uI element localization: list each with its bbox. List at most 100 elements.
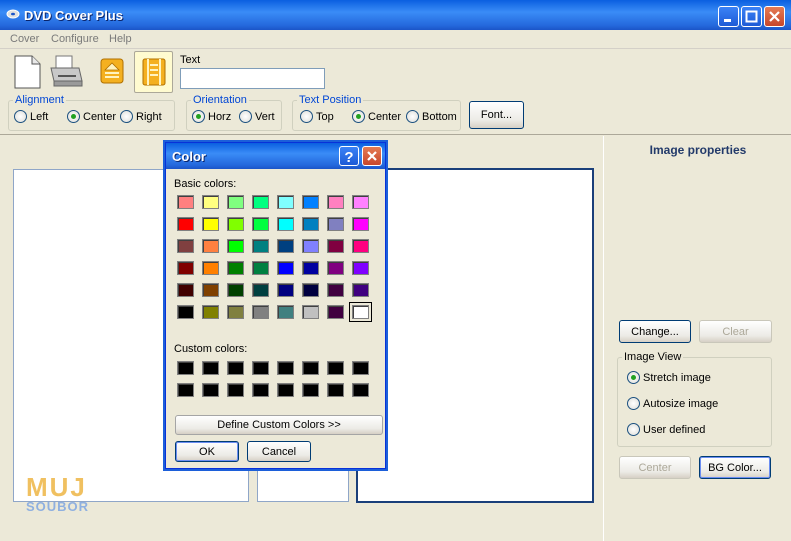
text-input[interactable] [180, 68, 325, 89]
font-button[interactable]: Font... [469, 101, 524, 129]
custom-color-swatch[interactable] [227, 383, 244, 397]
custom-color-swatch[interactable] [327, 361, 344, 375]
menu-configure[interactable]: Configure [51, 33, 99, 45]
custom-color-swatch[interactable] [277, 361, 294, 375]
basic-color-swatch[interactable] [227, 261, 244, 275]
basic-color-swatch[interactable] [352, 195, 369, 209]
basic-color-swatch[interactable] [202, 195, 219, 209]
cancel-button[interactable]: Cancel [247, 441, 311, 462]
orientation-vert-radio[interactable]: Vert [239, 110, 275, 123]
title-bar[interactable]: DVD Cover Plus [0, 0, 791, 30]
basic-color-swatch[interactable] [202, 305, 219, 319]
define-custom-colors-button[interactable]: Define Custom Colors >> [175, 415, 383, 435]
dialog-help-button[interactable]: ? [339, 146, 359, 166]
basic-color-swatch[interactable] [327, 239, 344, 253]
basic-color-swatch[interactable] [277, 217, 294, 231]
basic-color-swatch[interactable] [202, 239, 219, 253]
alignment-center-radio[interactable]: Center [67, 110, 116, 123]
autosize-image-label: Autosize image [643, 397, 719, 410]
basic-color-swatch[interactable] [277, 239, 294, 253]
basic-color-swatch[interactable] [202, 261, 219, 275]
custom-color-swatch[interactable] [352, 361, 369, 375]
custom-color-swatch[interactable] [202, 383, 219, 397]
basic-color-swatch[interactable] [252, 261, 269, 275]
basic-color-swatch[interactable] [302, 283, 319, 297]
basic-color-swatch[interactable] [327, 305, 344, 319]
basic-color-swatch[interactable] [202, 283, 219, 297]
basic-color-swatch[interactable] [252, 305, 269, 319]
close-button[interactable] [764, 6, 785, 27]
basic-color-swatch[interactable] [227, 283, 244, 297]
eject-cover-button[interactable] [92, 51, 132, 91]
custom-color-swatch[interactable] [177, 383, 194, 397]
basic-color-swatch[interactable] [177, 217, 194, 231]
basic-color-swatch[interactable] [252, 283, 269, 297]
custom-color-swatch[interactable] [302, 361, 319, 375]
text-position-bottom-radio[interactable]: Bottom [406, 110, 457, 123]
basic-color-swatch[interactable] [352, 217, 369, 231]
change-image-button[interactable]: Change... [619, 320, 691, 343]
basic-color-swatch[interactable] [202, 217, 219, 231]
basic-color-swatch[interactable] [327, 195, 344, 209]
menu-cover[interactable]: Cover [10, 33, 39, 45]
basic-color-swatch[interactable] [277, 283, 294, 297]
basic-color-swatch[interactable] [177, 261, 194, 275]
stretch-image-radio[interactable]: Stretch image [627, 371, 711, 384]
custom-color-swatch[interactable] [277, 383, 294, 397]
basic-color-swatch[interactable] [327, 217, 344, 231]
basic-color-swatch[interactable] [177, 239, 194, 253]
basic-color-swatch[interactable] [352, 283, 369, 297]
custom-color-swatch[interactable] [252, 361, 269, 375]
custom-color-swatch[interactable] [327, 383, 344, 397]
basic-color-swatch[interactable] [227, 195, 244, 209]
basic-color-swatch[interactable] [302, 261, 319, 275]
basic-color-swatch[interactable] [352, 261, 369, 275]
orientation-horz-radio[interactable]: Horz [192, 110, 231, 123]
color-dialog-title-bar[interactable]: Color ? [166, 143, 385, 169]
user-defined-radio[interactable]: User defined [627, 423, 705, 436]
basic-color-swatch[interactable] [252, 239, 269, 253]
dialog-close-button[interactable] [362, 146, 382, 166]
basic-color-swatch[interactable] [277, 305, 294, 319]
custom-color-swatch[interactable] [352, 383, 369, 397]
text-position-top-radio[interactable]: Top [300, 110, 334, 123]
text-position-center-radio[interactable]: Center [352, 110, 401, 123]
basic-color-swatch[interactable] [252, 195, 269, 209]
custom-color-swatch[interactable] [177, 361, 194, 375]
basic-color-swatch[interactable] [177, 305, 194, 319]
bg-color-button[interactable]: BG Color... [699, 456, 771, 479]
maximize-button[interactable] [741, 6, 762, 27]
basic-color-swatch[interactable] [327, 261, 344, 275]
alignment-left-radio[interactable]: Left [14, 110, 48, 123]
basic-color-swatch[interactable] [277, 261, 294, 275]
basic-color-swatch[interactable] [277, 195, 294, 209]
minimize-button[interactable] [718, 6, 739, 27]
basic-color-swatch[interactable] [352, 239, 369, 253]
basic-color-swatch-selected[interactable] [349, 302, 372, 322]
basic-color-swatch[interactable] [302, 239, 319, 253]
custom-color-swatch[interactable] [227, 361, 244, 375]
alignment-right-radio[interactable]: Right [120, 110, 162, 123]
autosize-image-radio[interactable]: Autosize image [627, 397, 718, 410]
basic-color-swatch[interactable] [177, 283, 194, 297]
basic-color-swatch[interactable] [302, 305, 319, 319]
custom-color-swatch[interactable] [302, 383, 319, 397]
center-image-button[interactable]: Center [619, 456, 691, 479]
custom-color-swatch[interactable] [202, 361, 219, 375]
basic-color-swatch[interactable] [227, 305, 244, 319]
basic-color-swatch[interactable] [302, 195, 319, 209]
new-cover-button[interactable] [8, 51, 48, 91]
basic-color-swatch[interactable] [177, 195, 194, 209]
print-button[interactable] [46, 51, 86, 91]
basic-color-swatch[interactable] [227, 239, 244, 253]
front-cover-panel[interactable] [356, 168, 594, 503]
basic-color-swatch[interactable] [252, 217, 269, 231]
menu-help[interactable]: Help [109, 33, 132, 45]
basic-color-swatch[interactable] [327, 283, 344, 297]
custom-color-swatch[interactable] [252, 383, 269, 397]
clear-image-button[interactable]: Clear [699, 320, 772, 343]
basic-color-swatch[interactable] [302, 217, 319, 231]
ok-button[interactable]: OK [175, 441, 239, 462]
basic-color-swatch[interactable] [227, 217, 244, 231]
spine-cover-button[interactable] [134, 51, 173, 93]
